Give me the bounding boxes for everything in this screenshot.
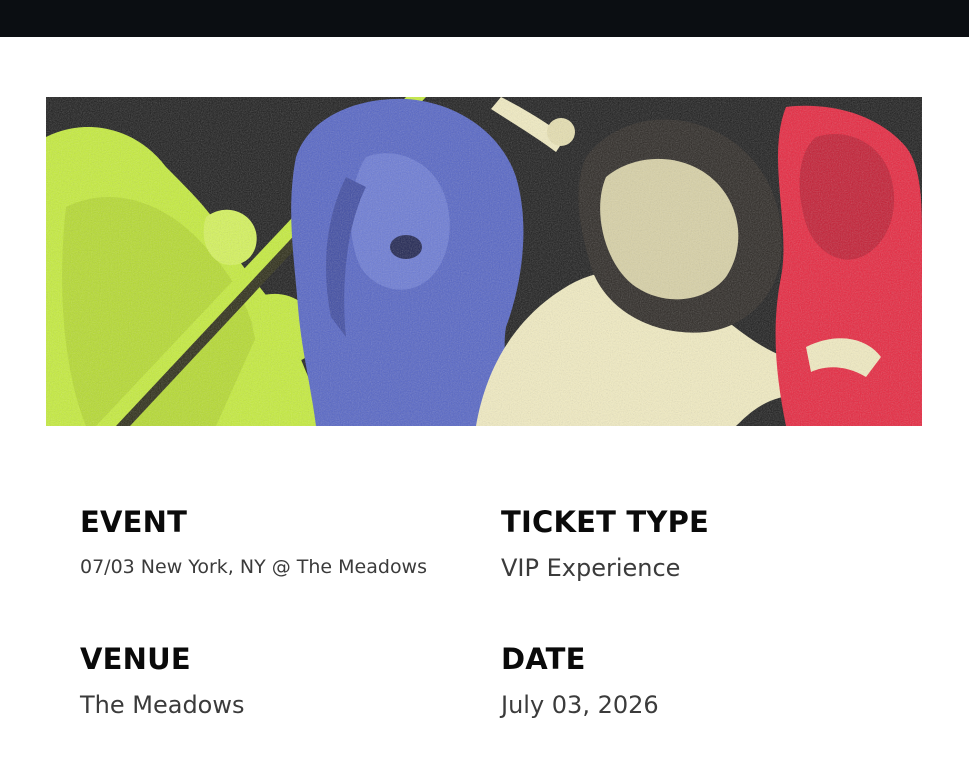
event-value: 07/03 New York, NY @ The Meadows <box>80 556 428 578</box>
ticket-type-value: VIP Experience <box>501 554 681 582</box>
venue-field: VENUE The Meadows <box>80 642 245 719</box>
top-bar <box>0 0 969 37</box>
date-field: DATE July 03, 2026 <box>501 642 659 719</box>
date-label: DATE <box>501 642 586 676</box>
event-banner-image <box>46 97 922 426</box>
ticket-type-field: TICKET TYPE VIP Experience <box>501 505 709 582</box>
venue-label: VENUE <box>80 642 191 676</box>
event-field: EVENT 07/03 New York, NY @ The Meadows <box>80 505 427 578</box>
banner-grain-texture <box>46 97 922 426</box>
ticket-type-label: TICKET TYPE <box>501 505 710 539</box>
event-label: EVENT <box>80 505 188 539</box>
venue-value: The Meadows <box>80 691 245 719</box>
date-value: July 03, 2026 <box>501 691 659 719</box>
